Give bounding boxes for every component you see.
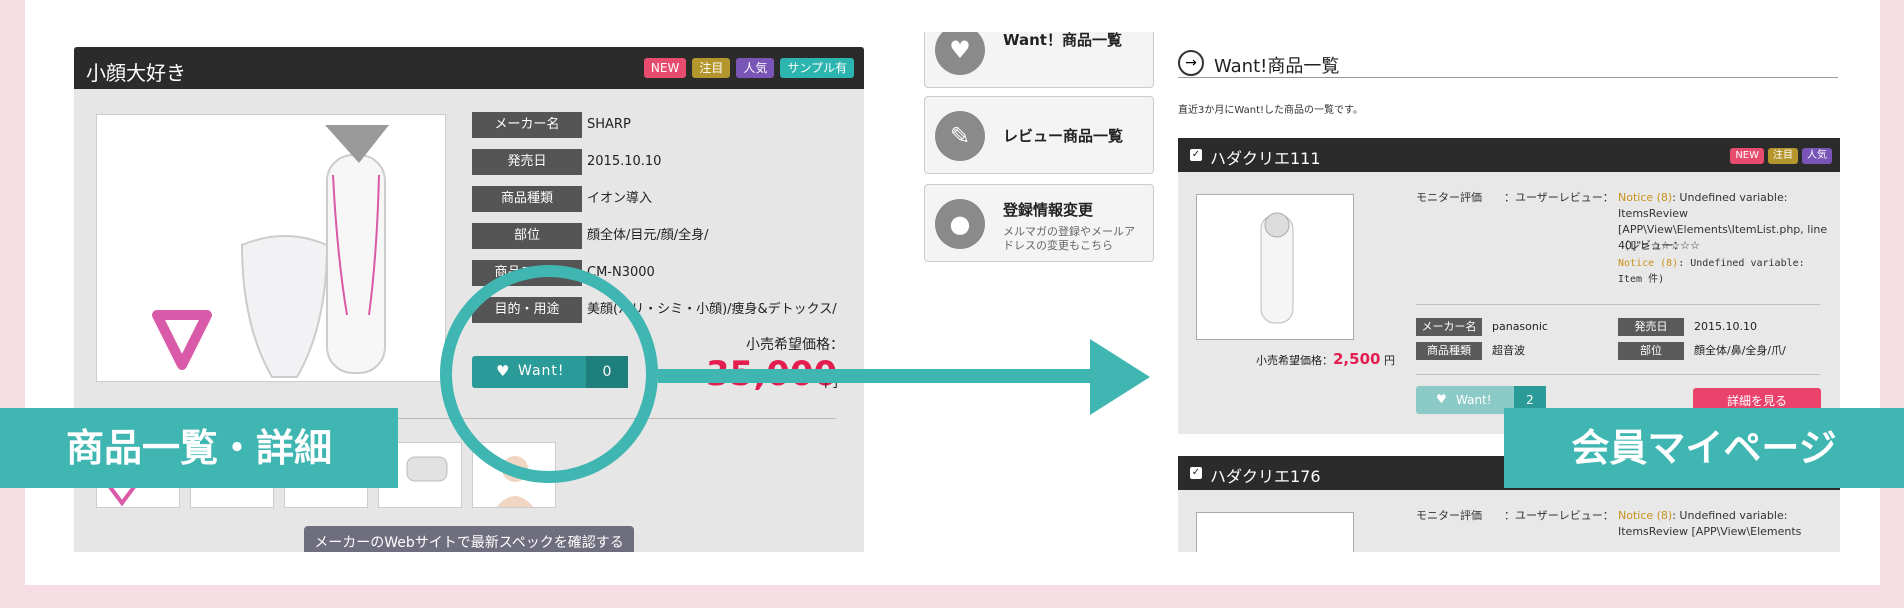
review-label: ：ユーザーレビュー： [1504, 509, 1614, 522]
release-label: 発売日 [1618, 318, 1684, 336]
notice-text: Notice (8): Undefined variable: Item 件) [1618, 258, 1805, 285]
monitor-label: モニター評価 [1416, 191, 1482, 204]
side-card-review[interactable]: ✎ レビュー商品一覧 [924, 96, 1154, 174]
badge-attention: 注目 [692, 58, 731, 78]
review-paren: （レビュー： [1618, 239, 1684, 252]
side-card-title: Want！商品一覧 [1003, 32, 1122, 49]
spec-row-release: 発売日 2015.10.10 [472, 149, 832, 175]
spec-value: イオン導入 [587, 191, 653, 206]
heart-icon: ♥ [935, 32, 985, 75]
type-label: 商品種類 [1416, 342, 1482, 360]
heart-icon: ♥ [1436, 392, 1447, 406]
product-image [96, 114, 446, 382]
notice-text: Notice (8): Undefined variable: ItemsRev… [1618, 509, 1802, 538]
item-price: 小売希望価格：2,500 円 [1256, 350, 1395, 368]
overlay-label-member: 会員マイページ [1504, 408, 1904, 488]
item-title-bar: ✓ ハダクリエ111 NEW 注目 人気 [1178, 138, 1840, 172]
badge-popular: 人気 [1802, 148, 1832, 164]
spec-label: 部位 [472, 223, 582, 249]
spec-value: SHARP [587, 117, 631, 132]
part-label: 部位 [1618, 342, 1684, 360]
item-name: ハダクリエ176 [1210, 467, 1321, 486]
product-title: 小顔大好き [86, 61, 186, 85]
section-title: Want!商品一覧 [1214, 56, 1340, 77]
badge-new: NEW [1730, 148, 1764, 164]
checkbox-icon[interactable]: ✓ [1190, 149, 1202, 161]
item-image[interactable] [1196, 194, 1354, 340]
item-image[interactable] [1196, 512, 1354, 552]
release-value: 2015.10.10 [1694, 320, 1757, 333]
item-name: ハダクリエ111 [1210, 149, 1321, 168]
spec-value: 顔全体/目元/顔/全身/ [587, 228, 709, 243]
maker-label: メーカー名 [1416, 318, 1482, 336]
product-badges: NEW 注目 人気 サンプル有 [643, 58, 854, 78]
want-label: Want! [1456, 393, 1492, 407]
spec-value: 2015.10.10 [587, 154, 662, 169]
badge-sample: サンプル有 [780, 58, 854, 78]
spec-row-maker: メーカー名 SHARP [472, 112, 832, 138]
highlight-circle [440, 265, 658, 483]
spec-label: 発売日 [472, 149, 582, 175]
product-illustration [152, 125, 389, 378]
item-badges: NEW 注目 人気 [1730, 148, 1832, 164]
price-label: 小売希望価格： [746, 337, 844, 353]
want-item: ✓ ハダクリエ111 NEW 注目 人気 モニター評価 ：ユーザーレビュー： N… [1178, 138, 1840, 434]
side-card-title: レビュー商品一覧 [1003, 127, 1124, 145]
intro-text: 直近3か月にWant!した商品の一覧です。 [1178, 105, 1364, 116]
user-icon: ● [935, 199, 985, 249]
badge-popular: 人気 [736, 58, 775, 78]
divider [1416, 374, 1820, 375]
badge-attention: 注目 [1768, 148, 1798, 164]
checkbox-icon[interactable]: ✓ [1190, 467, 1202, 479]
part-value: 顔全体/鼻/全身/爪/ [1694, 344, 1786, 357]
spec-row-type: 商品種類 イオン導入 [472, 186, 832, 212]
maker-value: panasonic [1492, 320, 1548, 333]
side-card-subtitle: メルマガの登録やメールアドレスの変更もこちら [1003, 225, 1135, 252]
monitor-label: モニター評価 [1416, 509, 1482, 522]
side-card-profile[interactable]: ● 登録情報変更 メルマガの登録やメールアドレスの変更もこちら [924, 184, 1154, 262]
review-label: ：ユーザーレビュー： [1504, 191, 1614, 204]
product-title-bar: 小顔大好き NEW 注目 人気 サンプル有 [74, 47, 864, 89]
arrow-head-icon [1090, 339, 1150, 415]
maker-spec-button[interactable]: メーカーのWebサイトで最新スペックを確認する [304, 526, 634, 552]
type-value: 超音波 [1492, 344, 1525, 357]
spec-label: メーカー名 [472, 112, 582, 138]
side-card-title: 登録情報変更 [1003, 201, 1094, 219]
pencil-icon: ✎ [935, 111, 985, 161]
badge-new: NEW [643, 58, 687, 78]
arrow-right-icon: → [1178, 50, 1204, 76]
overlay-label-product: 商品一覧・詳細 [0, 408, 398, 488]
side-card-want[interactable]: ♥ Want！商品一覧 [924, 32, 1154, 88]
spec-label: 商品種類 [472, 186, 582, 212]
arrow-shaft [658, 369, 1098, 383]
section-header: → Want!商品一覧 [1178, 42, 1838, 78]
spec-row-part: 部位 顔全体/目元/顔/全身/ [472, 223, 832, 249]
divider [1416, 304, 1820, 305]
